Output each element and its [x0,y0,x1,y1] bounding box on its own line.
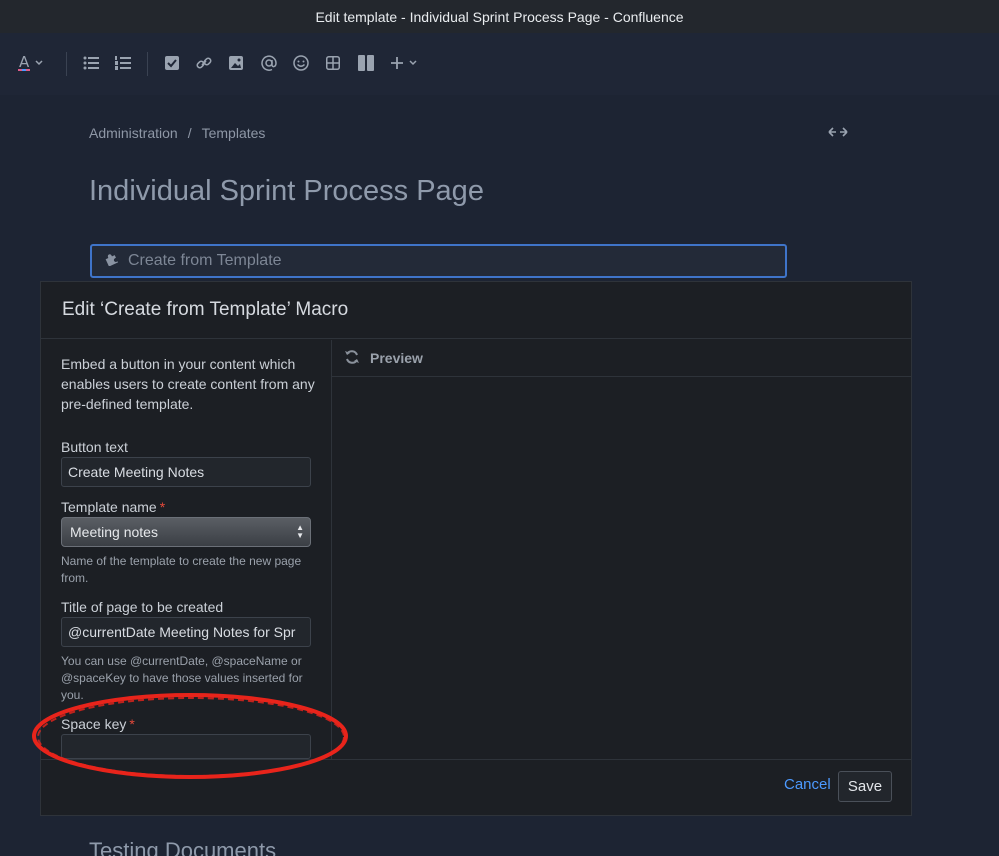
preview-bar: Preview [332,340,911,377]
cancel-button[interactable]: Cancel [784,776,831,793]
expand-width-icon[interactable] [828,125,848,142]
breadcrumb: Administration / Templates [89,125,265,141]
template-name-select[interactable]: Meeting notes ▲ ▼ [61,517,311,547]
page-title-label: Title of page to be created [61,599,224,615]
button-text-label: Button text [61,439,128,455]
macro-description: Embed a button in your content which ena… [61,356,315,412]
window-title: Edit template - Individual Sprint Proces… [0,0,999,33]
required-marker: * [129,716,135,732]
puzzle-piece-icon [104,252,119,271]
select-arrows-icon: ▲ ▼ [296,523,304,540]
button-text-input[interactable]: Create Meeting Notes [61,457,311,487]
page-title-help: You can use @currentDate, @spaceName or … [61,654,303,702]
bullet-list-icon[interactable] [82,53,100,73]
template-name-label: Template name * [61,499,165,515]
table-icon[interactable] [325,53,341,73]
breadcrumb-administration[interactable]: Administration [89,125,178,141]
create-from-template-macro[interactable]: Create from Template [90,244,787,278]
emoji-icon[interactable] [292,53,310,73]
template-name-help: Name of the template to create the new p… [61,554,302,585]
insert-more-icon[interactable] [389,53,419,73]
preview-label: Preview [370,350,423,366]
dialog-footer: Cancel Save [41,759,911,815]
template-name-label-text: Template name [61,499,157,515]
editor-toolbar: A [0,33,999,95]
mention-icon[interactable] [260,53,278,73]
svg-text:A: A [19,53,30,71]
page-title[interactable]: Individual Sprint Process Page [89,175,484,208]
required-marker: * [159,499,166,515]
toolbar-divider [66,52,67,76]
text-color-icon[interactable]: A [16,53,46,73]
numbered-list-icon[interactable] [114,53,132,73]
testing-documents-heading[interactable]: Testing Documents [89,838,276,856]
macro-placeholder-label: Create from Template [128,252,282,269]
space-key-label-text: Space key [61,716,127,732]
refresh-icon[interactable] [344,349,360,368]
breadcrumb-templates[interactable]: Templates [202,125,266,141]
save-button[interactable]: Save [838,771,892,802]
link-icon[interactable] [196,53,212,73]
page-title-input[interactable]: @currentDate Meeting Notes for Spr [61,617,311,647]
macro-parameters-panel: Embed a button in your content which ena… [41,340,332,759]
template-name-value: Meeting notes [70,524,158,540]
edit-macro-dialog: Edit ‘Create from Template’ Macro Embed … [40,281,912,816]
task-icon[interactable] [164,53,180,73]
preview-panel: Preview [332,340,911,759]
breadcrumb-separator: / [187,125,192,141]
image-icon[interactable] [228,53,244,73]
space-key-label: Space key * [61,716,135,732]
layout-icon[interactable] [357,53,375,73]
dialog-title: Edit ‘Create from Template’ Macro [41,282,911,339]
toolbar-divider [147,52,148,76]
space-key-input[interactable] [61,734,311,759]
